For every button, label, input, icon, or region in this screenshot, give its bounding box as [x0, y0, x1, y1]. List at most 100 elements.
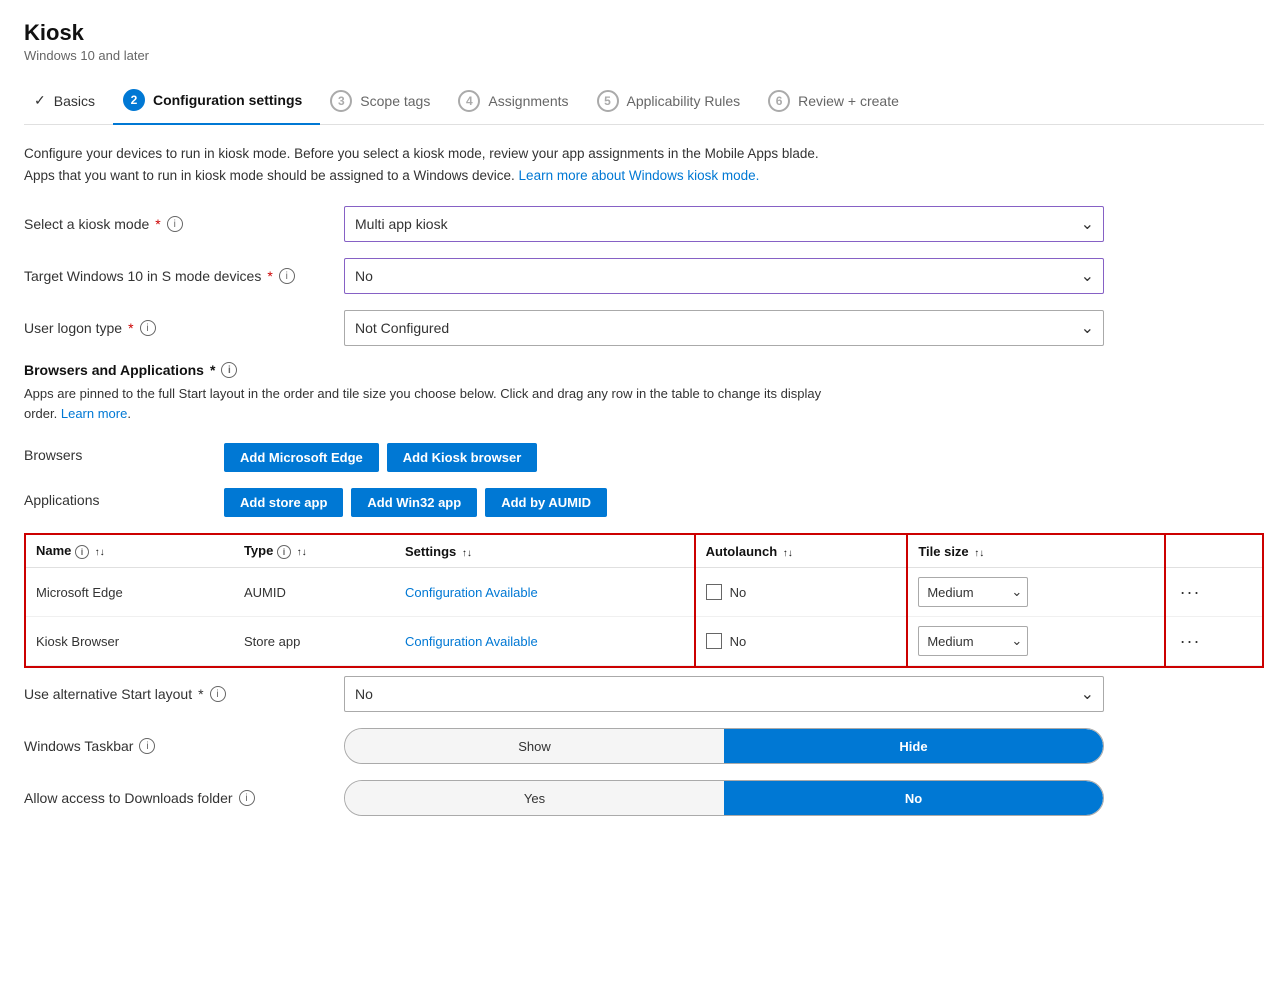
downloads-yes-option[interactable]: Yes — [345, 781, 724, 815]
row2-more-options-icon[interactable]: ··· — [1176, 631, 1205, 651]
row2-tilesize: Medium Small Wide Large ⌄ — [907, 617, 1164, 666]
col-header-settings: Settings ↑↓ — [395, 535, 695, 568]
name-sort-icon[interactable]: ↑↓ — [95, 547, 105, 558]
downloads-toggle: Yes No — [344, 780, 1104, 816]
browsers-apps-learn-more[interactable]: Learn more — [61, 406, 127, 421]
browsers-label: Browsers — [24, 437, 224, 478]
downloads-info-icon[interactable]: i — [239, 790, 255, 806]
browsers-apps-desc: Apps are pinned to the full Start layout… — [24, 384, 844, 423]
kiosk-mode-select[interactable]: Multi app kiosk Not configured Single ap… — [344, 206, 1104, 242]
user-logon-select[interactable]: Not Configured Auto logon Local user acc… — [344, 310, 1104, 346]
step-label-basics: Basics — [54, 93, 95, 109]
alt-start-label: Use alternative Start layout * i — [24, 686, 344, 702]
alt-start-info-icon[interactable]: i — [210, 686, 226, 702]
user-logon-info-icon[interactable]: i — [140, 320, 156, 336]
kiosk-mode-row: Select a kiosk mode * i Multi app kiosk … — [24, 206, 1264, 242]
row2-tile-select[interactable]: Medium Small Wide Large — [918, 626, 1028, 656]
add-win32-button[interactable]: Add Win32 app — [351, 488, 477, 517]
table-row: Microsoft Edge AUMID Configuration Avail… — [26, 568, 1262, 617]
page-title: Kiosk — [24, 20, 1264, 46]
row1-type: AUMID — [234, 568, 395, 617]
add-kiosk-browser-button[interactable]: Add Kiosk browser — [387, 443, 537, 472]
browsers-buttons: Add Microsoft Edge Add Kiosk browser — [224, 437, 1264, 478]
taskbar-toggle: Show Hide — [344, 728, 1104, 764]
target-windows-label: Target Windows 10 in S mode devices * i — [24, 268, 344, 284]
wizard-step-assignments[interactable]: 4 Assignments — [448, 80, 586, 124]
taskbar-hide-option[interactable]: Hide — [724, 729, 1103, 763]
row1-autolaunch-cell: No — [706, 584, 897, 600]
alt-start-select[interactable]: No Yes — [344, 676, 1104, 712]
kiosk-mode-info-icon[interactable]: i — [167, 216, 183, 232]
browsers-apps-desc-text: Apps are pinned to the full Start layout… — [24, 386, 821, 421]
autolaunch-sort-icon[interactable]: ↑↓ — [783, 548, 793, 559]
browsers-apps-required: * — [210, 362, 215, 378]
settings-sort-icon[interactable]: ↑↓ — [462, 548, 472, 559]
row2-dots-menu[interactable]: ··· — [1165, 617, 1262, 666]
downloads-row: Allow access to Downloads folder i Yes N… — [24, 780, 1264, 816]
wizard-step-scope[interactable]: 3 Scope tags — [320, 80, 448, 124]
target-windows-info-icon[interactable]: i — [279, 268, 295, 284]
row1-tile-select[interactable]: Medium Small Wide Large — [918, 577, 1028, 607]
applications-buttons: Add store app Add Win32 app Add by AUMID — [224, 482, 1264, 523]
required-asterisk-2: * — [267, 268, 272, 284]
target-windows-row: Target Windows 10 in S mode devices * i … — [24, 258, 1264, 294]
row1-autolaunch: No — [695, 568, 908, 617]
type-sort-icon[interactable]: ↑↓ — [297, 547, 307, 558]
user-logon-label: User logon type * i — [24, 320, 344, 336]
kiosk-mode-label: Select a kiosk mode * i — [24, 216, 344, 232]
add-aumid-button[interactable]: Add by AUMID — [485, 488, 607, 517]
learn-more-link[interactable]: Learn more about Windows kiosk mode. — [519, 168, 760, 183]
wizard-step-basics[interactable]: ✓ Basics — [24, 82, 113, 121]
apps-table: Name i ↑↓ Type i ↑↓ Settings ↑↓ Autolaun… — [26, 535, 1262, 666]
step-circle-5: 5 — [597, 90, 619, 112]
row1-more-options-icon[interactable]: ··· — [1176, 582, 1205, 602]
wizard-step-configuration[interactable]: 2 Configuration settings — [113, 79, 320, 125]
target-windows-select[interactable]: No Yes — [344, 258, 1104, 294]
step-label-scope: Scope tags — [360, 93, 430, 109]
page-title-section: Kiosk Windows 10 and later — [24, 20, 1264, 63]
applications-label: Applications — [24, 482, 224, 523]
alt-start-select-wrapper: No Yes ⌄ — [344, 676, 1104, 712]
browsers-apps-info-icon[interactable]: i — [221, 362, 237, 378]
col-header-actions — [1165, 535, 1262, 568]
step-label-applicability: Applicability Rules — [627, 93, 741, 109]
row1-name: Microsoft Edge — [26, 568, 234, 617]
step-check-icon: ✓ — [34, 92, 46, 109]
downloads-label: Allow access to Downloads folder i — [24, 790, 344, 806]
downloads-no-option[interactable]: No — [724, 781, 1103, 815]
step-circle-6: 6 — [768, 90, 790, 112]
apps-table-container: Name i ↑↓ Type i ↑↓ Settings ↑↓ Autolaun… — [24, 533, 1264, 668]
table-row: Kiosk Browser Store app Configuration Av… — [26, 617, 1262, 666]
bottom-form: Use alternative Start layout * i No Yes … — [24, 676, 1264, 816]
table-header-row: Name i ↑↓ Type i ↑↓ Settings ↑↓ Autolaun… — [26, 535, 1262, 568]
kiosk-mode-select-wrapper: Multi app kiosk Not configured Single ap… — [344, 206, 1104, 242]
taskbar-info-icon[interactable]: i — [139, 738, 155, 754]
applications-row: Applications Add store app Add Win32 app… — [24, 482, 1264, 523]
taskbar-show-option[interactable]: Show — [345, 729, 724, 763]
add-store-app-button[interactable]: Add store app — [224, 488, 343, 517]
step-circle-4: 4 — [458, 90, 480, 112]
wizard-step-applicability[interactable]: 5 Applicability Rules — [587, 80, 759, 124]
type-col-info-icon[interactable]: i — [277, 545, 291, 559]
add-edge-button[interactable]: Add Microsoft Edge — [224, 443, 379, 472]
row1-settings[interactable]: Configuration Available — [395, 568, 695, 617]
row2-autolaunch: No — [695, 617, 908, 666]
step-circle-3: 3 — [330, 90, 352, 112]
col-header-autolaunch: Autolaunch ↑↓ — [695, 535, 908, 568]
row1-dots-menu[interactable]: ··· — [1165, 568, 1262, 617]
step-label-configuration: Configuration settings — [153, 92, 302, 108]
row2-settings[interactable]: Configuration Available — [395, 617, 695, 666]
row2-autolaunch-cell: No — [706, 633, 897, 649]
target-windows-select-wrapper: No Yes ⌄ — [344, 258, 1104, 294]
wizard-step-review[interactable]: 6 Review + create — [758, 80, 917, 124]
row2-autolaunch-checkbox[interactable] — [706, 633, 722, 649]
row1-autolaunch-checkbox[interactable] — [706, 584, 722, 600]
row2-tile-select-wrapper: Medium Small Wide Large ⌄ — [918, 626, 1028, 656]
name-col-info-icon[interactable]: i — [75, 545, 89, 559]
user-logon-row: User logon type * i Not Configured Auto … — [24, 310, 1264, 346]
required-asterisk: * — [155, 216, 160, 232]
browsers-apps-header: Browsers and Applications * i — [24, 362, 1264, 378]
row2-name: Kiosk Browser — [26, 617, 234, 666]
step-label-assignments: Assignments — [488, 93, 568, 109]
tilesize-sort-icon[interactable]: ↑↓ — [974, 548, 984, 559]
